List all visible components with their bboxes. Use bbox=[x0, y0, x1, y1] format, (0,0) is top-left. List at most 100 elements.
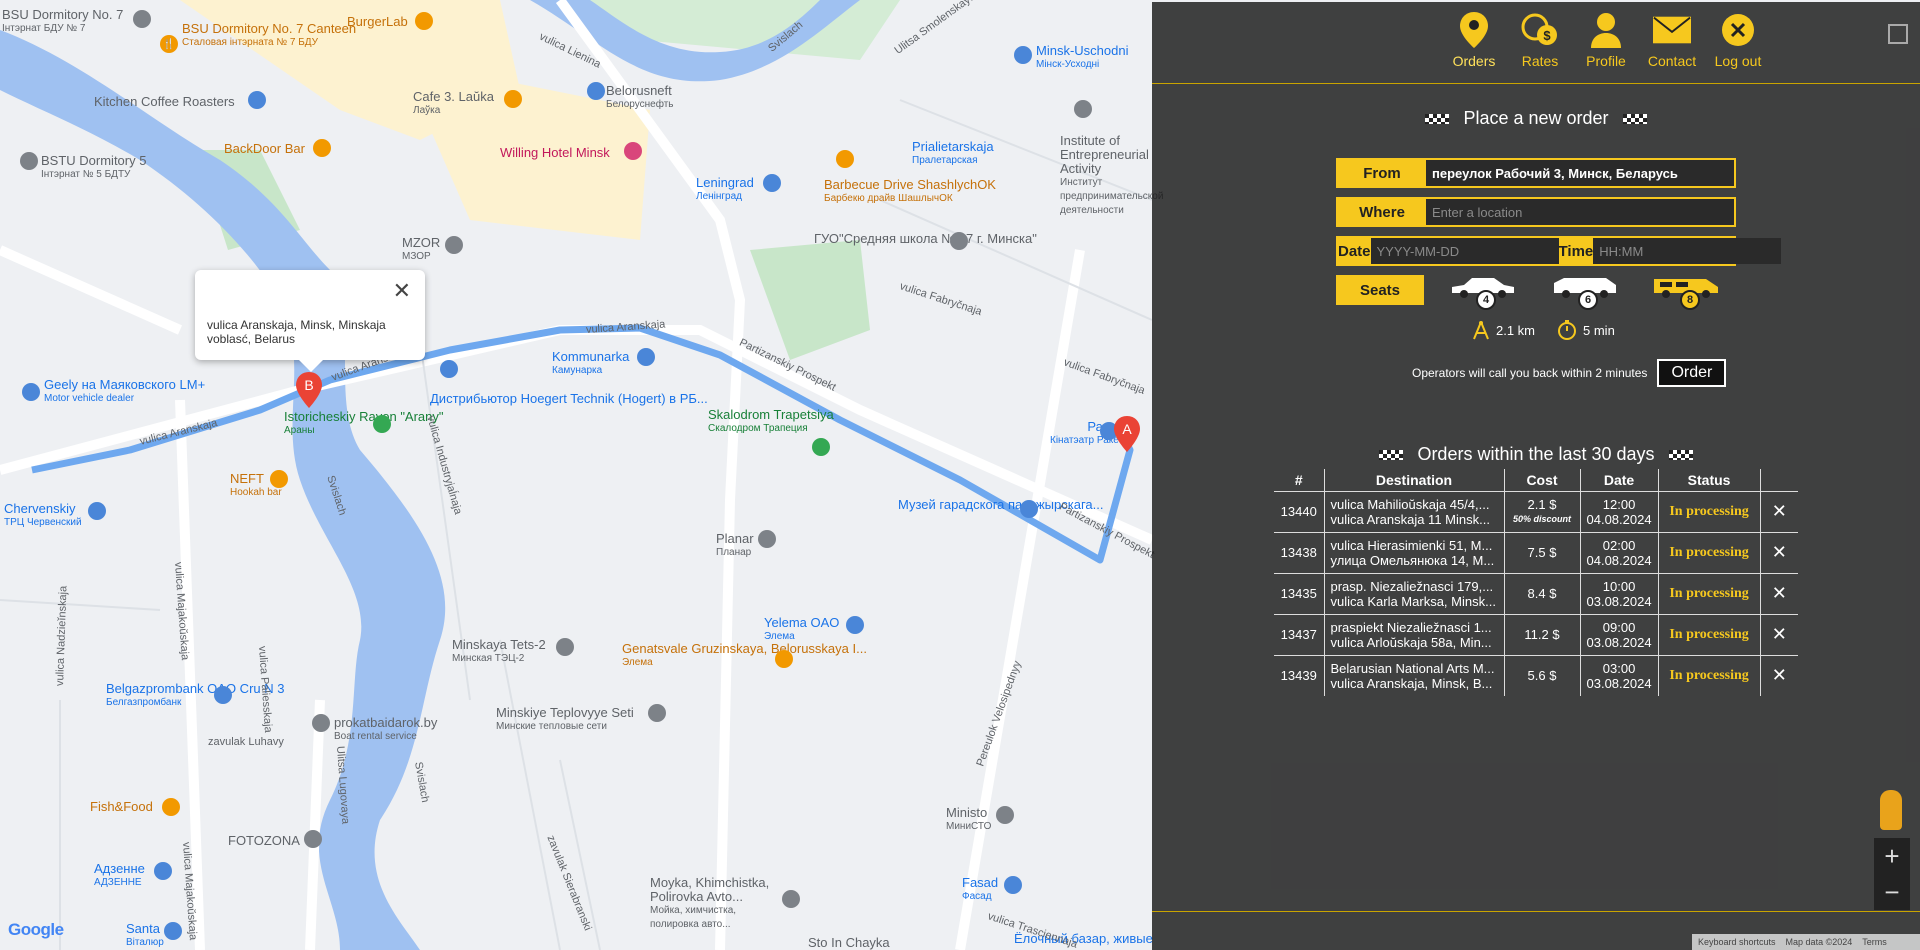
poi-label[interactable]: Yelema OAO Элема bbox=[764, 616, 839, 644]
poi-label[interactable]: Ministo МиниСТО bbox=[946, 806, 991, 834]
poi-label[interactable]: Genatsvale Gruzinskaya, Belorusskaya I..… bbox=[622, 642, 867, 670]
poi-label[interactable]: ГУО"Средняя школа № 47 г. Минска" bbox=[814, 232, 1037, 246]
poi-label[interactable]: Cafe 3. Laŭka Лаўка bbox=[413, 90, 494, 118]
place-pin-icon[interactable] bbox=[445, 236, 463, 254]
poi-label[interactable]: FOTOZONA bbox=[228, 834, 300, 848]
place-pin-icon[interactable] bbox=[20, 152, 38, 170]
place-pin-icon[interactable] bbox=[556, 638, 574, 656]
fullscreen-icon[interactable] bbox=[1888, 24, 1908, 44]
poi-label[interactable]: Santa Віталюр bbox=[126, 922, 164, 950]
table-row[interactable]: 13439 Belarusian National Arts M... vulic… bbox=[1274, 654, 1799, 696]
poi-label[interactable]: Prialietarskaja Пралетарская bbox=[912, 140, 994, 168]
zoom-out-icon[interactable]: − bbox=[1874, 874, 1910, 910]
where-input[interactable] bbox=[1426, 199, 1734, 225]
zoom-in-icon[interactable]: + bbox=[1874, 838, 1910, 874]
poi-label[interactable]: BackDoor Bar bbox=[224, 142, 305, 156]
nav-orders[interactable]: Orders bbox=[1446, 2, 1502, 83]
time-input[interactable] bbox=[1593, 238, 1782, 264]
poi-label[interactable]: Barbecue Drive ShashlychOK Барбекю драйв … bbox=[824, 178, 996, 206]
terms-link[interactable]: Terms bbox=[1862, 937, 1887, 947]
bar-pin-icon[interactable] bbox=[270, 470, 288, 488]
seat-option-6[interactable]: 6 bbox=[1550, 275, 1628, 310]
pegman-icon[interactable] bbox=[1880, 790, 1902, 830]
cancel-order-icon[interactable]: ✕ bbox=[1760, 531, 1799, 573]
cancel-order-icon[interactable]: ✕ bbox=[1760, 572, 1799, 614]
restaurant-pin-icon[interactable] bbox=[836, 150, 854, 168]
poi-label[interactable]: Willing Hotel Minsk bbox=[500, 146, 610, 160]
train-pin-icon[interactable] bbox=[1014, 46, 1032, 64]
poi-label[interactable]: Sto In Chayka bbox=[808, 936, 890, 950]
poi-label[interactable]: Moyka, Khimchistka, Polirovka Avto... Мой… bbox=[650, 876, 780, 932]
poi-label[interactable]: Minsk-Uschodni Мінск-Усходні bbox=[1036, 44, 1128, 72]
poi-label[interactable]: BSTU Dormitory 5 Інтэрнат № 5 БДТУ bbox=[41, 154, 146, 182]
poi-label[interactable]: BurgerLab bbox=[347, 15, 408, 29]
cancel-order-icon[interactable]: ✕ bbox=[1760, 490, 1799, 532]
poi-label[interactable]: Kommunarka Камунарка bbox=[552, 350, 629, 378]
zoom-control[interactable]: + − bbox=[1874, 838, 1910, 910]
table-row[interactable]: 13438 vulica Hierasimienki 51, M... улица… bbox=[1274, 531, 1799, 573]
poi-label[interactable]: Fish&Food bbox=[90, 800, 153, 814]
poi-label[interactable]: Адзенне АДЗЕННЕ bbox=[94, 862, 145, 890]
nav-rates[interactable]: $ Rates bbox=[1512, 2, 1568, 83]
poi-label[interactable]: Дистрибьютор Hoegert Technik (Hogert) в … bbox=[430, 392, 708, 406]
close-icon[interactable]: ✕ bbox=[393, 280, 411, 302]
place-pin-icon[interactable] bbox=[304, 830, 322, 848]
place-pin-icon[interactable] bbox=[758, 530, 776, 548]
shop-pin-icon[interactable] bbox=[154, 862, 172, 880]
place-pin-icon[interactable] bbox=[782, 890, 800, 908]
hotel-pin-icon[interactable] bbox=[624, 142, 642, 160]
museum-pin-icon[interactable] bbox=[1020, 500, 1038, 518]
nav-logout[interactable]: Log out bbox=[1710, 2, 1766, 83]
keyboard-shortcuts-link[interactable]: Keyboard shortcuts bbox=[1698, 937, 1776, 947]
place-pin-icon[interactable] bbox=[312, 714, 330, 732]
place-pin-icon[interactable] bbox=[133, 10, 151, 28]
restaurant-pin-icon[interactable] bbox=[162, 798, 180, 816]
mall-pin-icon[interactable] bbox=[88, 502, 106, 520]
table-row[interactable]: 13435 prasp. Niezaliežnasci 179,... vulic… bbox=[1274, 572, 1799, 614]
shop-pin-icon[interactable] bbox=[440, 360, 458, 378]
seat-option-8[interactable]: 8 bbox=[1652, 275, 1730, 310]
marker-b-icon[interactable]: B bbox=[296, 372, 322, 408]
transit-pin-icon[interactable] bbox=[763, 174, 781, 192]
place-pin-icon[interactable] bbox=[648, 704, 666, 722]
school-pin-icon[interactable] bbox=[950, 232, 968, 250]
poi-label[interactable]: Kitchen Coffee Roasters bbox=[94, 95, 235, 109]
cancel-order-icon[interactable]: ✕ bbox=[1760, 654, 1799, 696]
car-dealer-pin-icon[interactable] bbox=[22, 383, 40, 401]
restaurant-pin-icon[interactable]: 🍴 bbox=[160, 35, 178, 53]
poi-label[interactable]: Leningrad Ленінград bbox=[696, 176, 754, 204]
gym-pin-icon[interactable] bbox=[812, 438, 830, 456]
nav-profile[interactable]: Profile bbox=[1578, 2, 1634, 83]
poi-label[interactable]: BSU Dormitory No. 7 Інтэрнат БДУ № 7 bbox=[2, 8, 123, 36]
table-row[interactable]: 13440 vulica Mahilioŭskaja 45/4,... vulic… bbox=[1274, 490, 1799, 532]
poi-label[interactable]: MZOR МЗОР bbox=[402, 236, 440, 264]
poi-label[interactable]: prokatbaidarok.by Boat rental service bbox=[334, 716, 437, 744]
shop-pin-icon[interactable] bbox=[248, 91, 266, 109]
place-pin-icon[interactable] bbox=[996, 806, 1014, 824]
poi-label[interactable]: Institute of Entrepreneurial Activity Инс… bbox=[1060, 134, 1163, 218]
poi-label[interactable]: Minskaya Tets-2 Минская ТЭЦ-2 bbox=[452, 638, 546, 666]
cancel-order-icon[interactable]: ✕ bbox=[1760, 613, 1799, 655]
poi-label[interactable]: Istoricheskiy Rayon "Arany" Араны bbox=[284, 410, 444, 438]
nav-contact[interactable]: Contact bbox=[1644, 2, 1700, 83]
poi-label[interactable]: Belgazprombank OAO Cru N 3 Белгазпромбанк bbox=[106, 682, 284, 710]
school-pin-icon[interactable] bbox=[1074, 100, 1092, 118]
restaurant-pin-icon[interactable] bbox=[775, 650, 793, 668]
poi-label[interactable]: Geely на Маяковского LM+ Motor vehicle de… bbox=[44, 378, 205, 406]
poi-label[interactable]: BSU Dormitory No. 7 Canteen Сталовая інтэ… bbox=[182, 22, 356, 50]
from-input[interactable] bbox=[1426, 160, 1734, 186]
marker-a-icon[interactable]: A bbox=[1114, 416, 1140, 452]
shop-pin-icon[interactable] bbox=[1004, 876, 1022, 894]
poi-label[interactable]: Fasad Фасад bbox=[962, 876, 998, 904]
business-pin-icon[interactable] bbox=[846, 616, 864, 634]
restaurant-pin-icon[interactable] bbox=[415, 12, 433, 30]
shop-pin-icon[interactable] bbox=[164, 922, 182, 940]
poi-label[interactable]: Skalodrom Trapetsiya Скалодром Трапеция bbox=[708, 408, 834, 436]
park-pin-icon[interactable] bbox=[373, 415, 391, 433]
poi-label[interactable]: Chervenskiy ТРЦ Червенский bbox=[4, 502, 82, 530]
business-pin-icon[interactable] bbox=[587, 82, 605, 100]
poi-label[interactable]: Planar Планар bbox=[716, 532, 754, 560]
order-button[interactable]: Order bbox=[1657, 359, 1727, 387]
poi-label[interactable]: Belorusneft Белоруснефть bbox=[606, 84, 674, 112]
shop-pin-icon[interactable] bbox=[637, 348, 655, 366]
